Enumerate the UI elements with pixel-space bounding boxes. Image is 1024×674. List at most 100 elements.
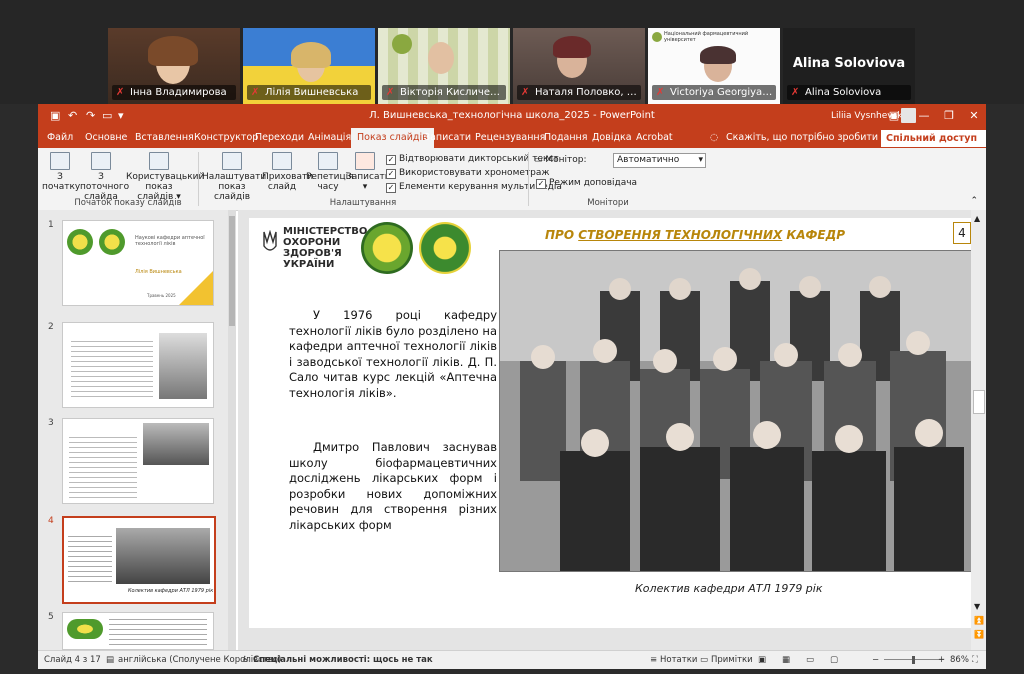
hide-slide-button[interactable]: Приховати слайд bbox=[262, 152, 313, 192]
collapse-ribbon-icon[interactable]: ⌃ bbox=[970, 196, 978, 206]
record-button[interactable]: Записати ▾ bbox=[346, 152, 391, 192]
comments-button[interactable]: Примітки bbox=[711, 651, 753, 669]
slide-sorter-icon[interactable]: ▦ bbox=[782, 651, 790, 669]
participant-tile[interactable]: ✗Вікторія Кисличенко, ... bbox=[378, 28, 510, 104]
divider bbox=[198, 152, 199, 206]
slide-thumbnail-4-selected[interactable]: Колектив кафедри АТЛ 1979 рік bbox=[62, 516, 216, 604]
scrollbar-thumb[interactable] bbox=[973, 390, 985, 414]
lightbulb-icon: ◌ bbox=[710, 132, 719, 143]
ribbon-display-icon[interactable]: ▣ bbox=[882, 104, 906, 128]
tab-animations[interactable]: Анімація bbox=[308, 128, 351, 148]
group-photo-illustration bbox=[500, 251, 974, 571]
checkbox-timings[interactable]: ✓ Використовувати хронометраж bbox=[386, 168, 549, 179]
thumb-number: 2 bbox=[48, 322, 54, 332]
notes-button[interactable]: Нотатки bbox=[660, 651, 697, 669]
thumb-caption: Колектив кафедри АТЛ 1979 рік bbox=[128, 588, 214, 594]
tab-help[interactable]: Довідка bbox=[592, 128, 632, 148]
fit-to-window-icon[interactable]: ⛶ bbox=[972, 651, 978, 669]
thumb-number: 3 bbox=[48, 418, 54, 428]
status-bar: Слайд 4 з 17 ▤ англійська (Сполучене Кор… bbox=[38, 650, 986, 669]
participant-tile[interactable]: Alina Soloviova ✗ Alina Soloviova bbox=[783, 28, 915, 104]
setup-icon bbox=[222, 152, 242, 170]
checkbox-narration[interactable]: ✓ Відтворювати дикторський текст bbox=[386, 154, 559, 165]
reading-view-icon[interactable]: ▭ bbox=[806, 651, 814, 669]
thumb-title: Наукові кафедри аптечної технології лікі… bbox=[135, 235, 205, 247]
tab-insert[interactable]: Вставлення bbox=[135, 128, 194, 148]
slideshow-view-icon[interactable]: ▢ bbox=[830, 651, 838, 669]
tell-me-search[interactable]: Скажіть, що потрібно зробити bbox=[726, 128, 878, 148]
group-label: Монітори bbox=[587, 198, 629, 208]
participant-tile-active-speaker[interactable]: ✗ Лілія Вишневська bbox=[243, 28, 375, 104]
group-label: Налаштування bbox=[329, 198, 397, 208]
custom-show-icon bbox=[149, 152, 169, 170]
from-beginning-button[interactable]: З початку bbox=[42, 152, 80, 192]
tab-acrobat[interactable]: Acrobat bbox=[636, 128, 673, 148]
logo-icon bbox=[67, 229, 93, 255]
scroll-up-icon[interactable]: ▲ bbox=[974, 214, 980, 223]
tab-design[interactable]: Конструктор bbox=[194, 128, 258, 148]
participant-tile[interactable]: ✗Наталя Половко, про... bbox=[513, 28, 645, 104]
tab-review[interactable]: Рецензування bbox=[475, 128, 545, 148]
checkbox-presenter-view[interactable]: ✓ Режим доповідача bbox=[536, 178, 637, 189]
logo-icon bbox=[99, 229, 125, 255]
accessibility-icon: ♿ bbox=[242, 655, 250, 665]
slide-canvas[interactable]: МІНІСТЕРСТВО ОХОРОНИ ЗДОРОВ'Я УКРАЇНИ ПР… bbox=[249, 218, 975, 628]
zoom-in-icon[interactable]: + bbox=[938, 651, 945, 669]
slide-thumbnail-3[interactable] bbox=[62, 418, 214, 504]
zoom-level[interactable]: 86% bbox=[950, 651, 969, 669]
scroll-down-icon[interactable]: ▼ bbox=[974, 602, 980, 611]
group-photo bbox=[499, 250, 975, 572]
previous-slide-icon[interactable]: ⏫ bbox=[974, 616, 984, 625]
slide-thumbnail-1[interactable]: Наукові кафедри аптечної технології лікі… bbox=[62, 220, 214, 306]
group-photo bbox=[143, 423, 209, 465]
participant-name: ✗ Інна Владимирова bbox=[112, 85, 236, 100]
accessibility-status[interactable]: Спеціальні можливості: щось не так bbox=[253, 651, 433, 669]
share-button[interactable]: Спільний доступ ▾ bbox=[881, 130, 986, 159]
monitor-select[interactable]: Автоматично ▾ bbox=[613, 153, 706, 168]
department-logo-icon bbox=[419, 222, 471, 274]
text-lines bbox=[68, 536, 112, 586]
close-icon[interactable]: ✕ bbox=[962, 104, 986, 128]
slide-vertical-scrollbar[interactable]: ▲ ▼ ⏫ ⏬ bbox=[971, 210, 986, 650]
tile-caption: Національний фармацевтичний університет bbox=[664, 31, 749, 43]
participant-tile[interactable]: Національний фармацевтичний університет … bbox=[648, 28, 780, 104]
decor-corner bbox=[179, 271, 213, 305]
tab-view[interactable]: Подання bbox=[544, 128, 587, 148]
muted-mic-icon: ✗ bbox=[791, 87, 800, 98]
participant-tile[interactable]: ✗ Інна Владимирова bbox=[108, 28, 240, 104]
checkbox-checked-icon: ✓ bbox=[386, 183, 396, 193]
slide-thumbnail-5[interactable] bbox=[62, 612, 214, 650]
ribbon-slide-show: З початку З поточного слайда Користуваць… bbox=[38, 148, 986, 211]
checkbox-checked-icon: ✓ bbox=[536, 179, 546, 189]
scrollbar-thumb[interactable] bbox=[229, 216, 235, 326]
slide-paragraph-2: Дмитро Павлович заснував школу біофармац… bbox=[289, 440, 497, 532]
tab-file[interactable]: Файл bbox=[47, 128, 73, 148]
tab-slide-show[interactable]: Показ слайдів bbox=[351, 128, 434, 148]
thumb-number: 4 bbox=[48, 516, 54, 526]
comments-icon: ▭ bbox=[700, 655, 709, 665]
zoom-out-icon[interactable]: − bbox=[872, 651, 879, 669]
minimize-icon[interactable]: — bbox=[912, 104, 936, 128]
normal-view-icon[interactable]: ▣ bbox=[758, 651, 766, 669]
muted-mic-icon: ✗ bbox=[656, 87, 665, 98]
thumbnail-scrollbar[interactable] bbox=[228, 210, 236, 650]
monitor-label: ▭ Монітор: bbox=[534, 155, 587, 165]
slide-thumbnail-2[interactable] bbox=[62, 322, 214, 408]
next-slide-icon[interactable]: ⏬ bbox=[974, 630, 984, 639]
rehearse-timings-button[interactable]: Репетиція часу bbox=[306, 152, 354, 192]
restore-icon[interactable]: ❐ bbox=[937, 104, 961, 128]
slide-number-badge: 4 bbox=[953, 222, 971, 244]
custom-show-button[interactable]: Користувацький показ слайдів ▾ bbox=[126, 152, 204, 202]
slide-thumbnail-pane: 1 Наукові кафедри аптечної технології лі… bbox=[38, 210, 236, 650]
title-bar: ▣ ↶ ↷ ▭ ▾ Л. Вишневська_технологічна шко… bbox=[38, 104, 986, 128]
tab-home[interactable]: Основне bbox=[85, 128, 127, 148]
zoom-slider-handle[interactable] bbox=[912, 656, 915, 664]
spellcheck-icon[interactable]: ▤ bbox=[106, 651, 114, 669]
tab-transitions[interactable]: Переходи bbox=[255, 128, 304, 148]
from-current-button[interactable]: З поточного слайда bbox=[80, 152, 129, 202]
slideshow-current-icon bbox=[91, 152, 111, 170]
tab-record[interactable]: Записати bbox=[424, 128, 471, 148]
record-icon bbox=[355, 152, 375, 170]
notes-icon: ≡ bbox=[650, 655, 658, 665]
setup-show-button[interactable]: Налаштувати показ слайдів bbox=[202, 152, 266, 202]
